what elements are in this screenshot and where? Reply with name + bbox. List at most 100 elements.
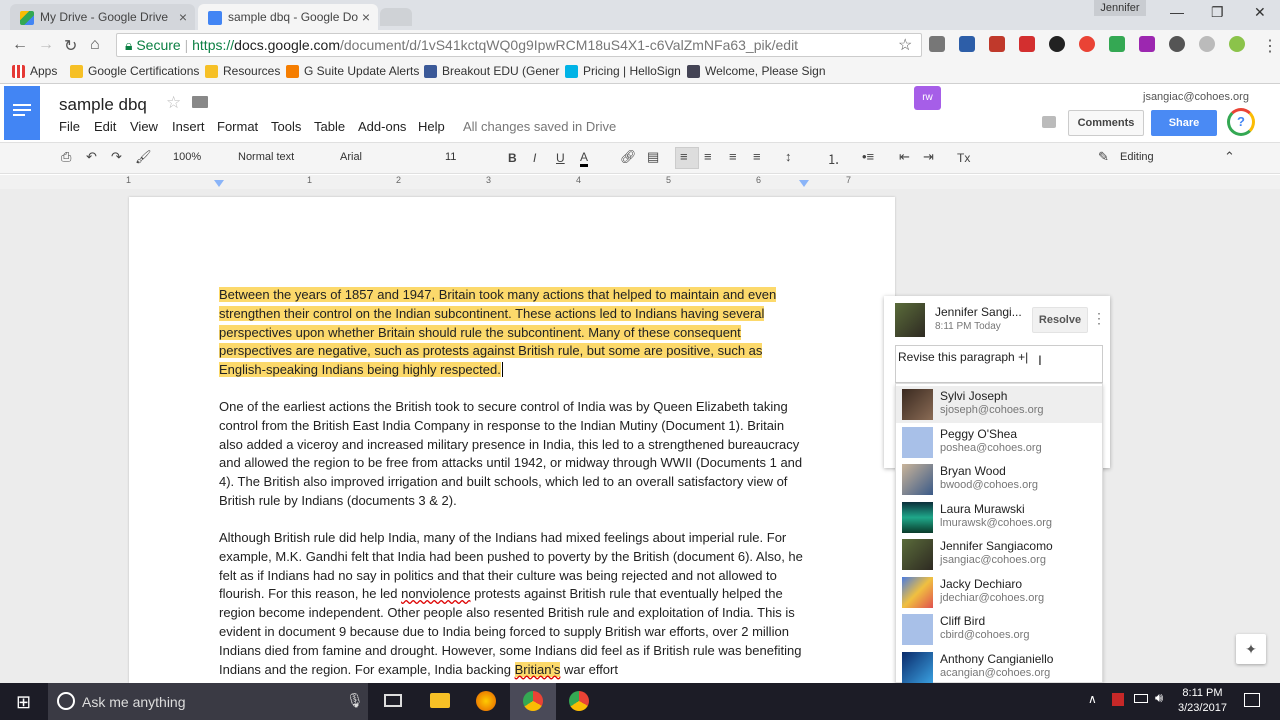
bold-button[interactable]: B	[508, 151, 517, 165]
forward-icon[interactable]: →	[38, 36, 54, 54]
right-indent-marker[interactable]	[799, 180, 809, 187]
paragraph-1[interactable]: Between the years of 1857 and 1947, Brit…	[219, 286, 809, 380]
extension-icon[interactable]	[1229, 36, 1245, 52]
extension-icon[interactable]	[1169, 36, 1185, 52]
maximize-icon[interactable]: ❐	[1211, 4, 1224, 21]
reload-icon[interactable]: ↻	[64, 36, 77, 56]
save-status[interactable]: All changes saved in Drive	[463, 119, 616, 134]
bookmark-breakout-edu[interactable]: Breakout EDU (Gener	[424, 64, 559, 78]
extension-icon[interactable]	[1139, 36, 1155, 52]
menu-view[interactable]: View	[130, 119, 158, 134]
chrome-icon[interactable]	[523, 691, 543, 711]
menu-file[interactable]: File	[59, 119, 80, 134]
bookmark-apps[interactable]: Apps	[12, 64, 57, 78]
chrome-icon[interactable]	[569, 691, 589, 711]
menu-format[interactable]: Format	[217, 119, 258, 134]
collapse-icon[interactable]: ⌃	[1224, 149, 1235, 165]
style-select[interactable]: Normal text	[238, 151, 294, 163]
file-explorer-icon[interactable]	[430, 693, 450, 708]
editing-mode-select[interactable]: Editing	[1120, 151, 1154, 163]
chevron-up-icon[interactable]: ∧	[1088, 692, 1097, 706]
star-icon[interactable]: ☆	[166, 93, 181, 113]
menu-tools[interactable]: Tools	[271, 119, 301, 134]
zoom-select[interactable]: 100%	[173, 151, 201, 163]
extension-icon[interactable]	[1109, 36, 1125, 52]
help-icon[interactable]: ?	[1227, 108, 1255, 136]
profile-name[interactable]: Jennifer	[1094, 0, 1146, 16]
redo-icon[interactable]: ↷	[111, 149, 122, 165]
addon-rw-icon[interactable]: rw	[914, 86, 941, 110]
share-button[interactable]: Share	[1151, 110, 1217, 136]
resolve-button[interactable]: Resolve	[1032, 307, 1088, 333]
minimize-icon[interactable]: —	[1170, 4, 1184, 20]
underline-button[interactable]: U	[556, 151, 565, 165]
text-color-button[interactable]: A	[580, 150, 589, 167]
bookmark-welcome[interactable]: Welcome, Please Sign	[687, 64, 826, 78]
menu-edit[interactable]: Edit	[94, 119, 116, 134]
list-item[interactable]: Anthony Cangianiello acangian@cohoes.org	[896, 649, 1102, 686]
indent-marker[interactable]	[214, 180, 224, 187]
action-center-icon[interactable]	[1244, 693, 1260, 707]
extension-icon[interactable]	[989, 36, 1005, 52]
list-item[interactable]: Laura Murawski lmurawsk@cohoes.org	[896, 499, 1102, 536]
font-select[interactable]: Arial	[340, 151, 362, 163]
home-icon[interactable]: ⌂	[90, 36, 100, 54]
menu-icon[interactable]: ⋮	[1262, 36, 1278, 56]
explore-icon[interactable]: ✦	[1236, 634, 1266, 664]
window-close-icon[interactable]: ✕	[1254, 4, 1266, 21]
bookmark-google-certifications[interactable]: Google Certifications	[70, 64, 199, 78]
decrease-indent-icon[interactable]: ⇤	[899, 149, 910, 165]
volume-icon[interactable]: 🔊︎	[1155, 690, 1163, 706]
line-spacing-icon[interactable]: ↕	[785, 149, 792, 164]
extension-icon[interactable]	[1199, 36, 1215, 52]
close-icon[interactable]: ×	[179, 7, 187, 27]
list-item[interactable]: Jennifer Sangiacomo jsangiac@cohoes.org	[896, 536, 1102, 573]
paint-format-icon[interactable]: 🖌︎	[135, 149, 152, 165]
spellcheck-word[interactable]: nonviolence	[401, 586, 470, 601]
back-icon[interactable]: ←	[12, 36, 28, 54]
bookmark-resources[interactable]: Resources	[205, 64, 280, 78]
align-right-icon[interactable]: ≡	[729, 149, 737, 164]
extension-icon[interactable]	[1079, 36, 1095, 52]
cast-icon[interactable]	[929, 36, 945, 52]
bookmark-gsuite-alerts[interactable]: G Suite Update Alerts	[286, 64, 419, 78]
security-icon[interactable]	[1112, 693, 1124, 706]
tab-my-drive[interactable]: My Drive - Google Drive ×	[10, 4, 195, 30]
list-item[interactable]: Sylvi Joseph sjoseph@cohoes.org	[896, 386, 1102, 423]
list-item[interactable]: Jacky Dechiaro jdechiar@cohoes.org	[896, 574, 1102, 611]
link-icon[interactable]: 🔗︎	[620, 149, 637, 165]
menu-table[interactable]: Table	[314, 119, 345, 134]
list-item[interactable]: Peggy O'Shea poshea@cohoes.org	[896, 424, 1102, 461]
menu-help[interactable]: Help	[418, 119, 445, 134]
bookmark-star-icon[interactable]: ☆	[898, 35, 912, 55]
firefox-icon[interactable]	[476, 691, 496, 711]
tab-sample-dbq[interactable]: sample dbq - Google Do ×	[198, 4, 378, 30]
increase-indent-icon[interactable]: ⇥	[923, 149, 934, 165]
microphone-icon[interactable]: 🎙︎	[346, 692, 364, 709]
new-tab-button[interactable]	[380, 8, 412, 26]
font-size-select[interactable]: 11	[445, 151, 456, 163]
extension-icon[interactable]	[959, 36, 975, 52]
italic-button[interactable]: I	[533, 151, 536, 165]
clear-formatting-button[interactable]: Tx	[957, 151, 970, 165]
docs-logo-icon[interactable]	[4, 86, 40, 140]
list-item[interactable]: Bryan Wood bwood@cohoes.org	[896, 461, 1102, 498]
account-email[interactable]: jsangiac@cohoes.org	[1143, 91, 1249, 103]
system-clock[interactable]: 8:11 PM 3/23/2017	[1178, 686, 1227, 716]
windows-start-icon[interactable]: ⊞	[16, 692, 31, 713]
paragraph-3[interactable]: Although British rule did help India, ma…	[219, 529, 809, 683]
paragraph-2[interactable]: One of the earliest actions the British …	[219, 398, 809, 511]
omnibox[interactable]: 🔒︎ Secure | https://docs.google.com/docu…	[116, 33, 922, 57]
bookmark-hellosign[interactable]: Pricing | HelloSign	[565, 64, 681, 78]
extension-icon[interactable]	[1019, 36, 1035, 52]
task-view-icon[interactable]	[384, 694, 402, 707]
close-icon[interactable]: ×	[362, 7, 370, 27]
extension-icon[interactable]	[1049, 36, 1065, 52]
folder-icon[interactable]	[192, 96, 208, 108]
comments-button[interactable]: Comments	[1068, 110, 1144, 136]
undo-icon[interactable]: ↶	[86, 149, 97, 165]
print-icon[interactable]: ⎙	[61, 149, 71, 165]
more-options-icon[interactable]: ⋮	[1092, 310, 1106, 327]
spellcheck-word[interactable]: Britian's	[514, 661, 561, 677]
list-item[interactable]: Cliff Bird cbird@cohoes.org	[896, 611, 1102, 648]
